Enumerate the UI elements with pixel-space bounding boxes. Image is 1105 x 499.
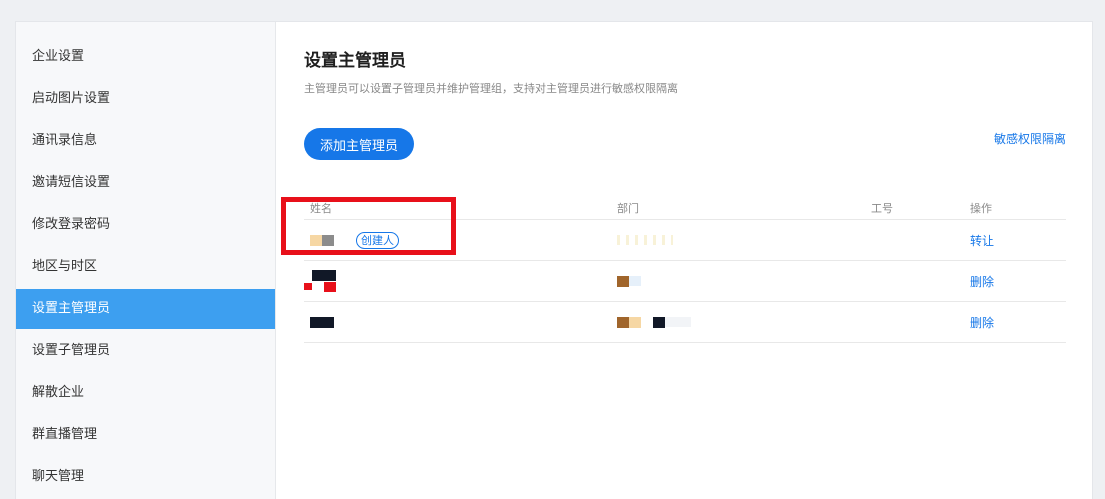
row-dept-cell <box>616 316 870 328</box>
header-dept: 部门 <box>617 201 639 215</box>
page-description: 主管理员可以设置子管理员并维护管理组，支持对主管理员进行敏感权限隔离 <box>304 82 678 95</box>
add-main-admin-button[interactable]: 添加主管理员 <box>304 128 415 160</box>
redacted-dept <box>617 316 691 328</box>
redacted-avatar <box>304 270 338 292</box>
row-actions-cell: 删除 <box>970 273 1066 290</box>
row-actions-cell: 删除 <box>970 314 1066 331</box>
sidebar-item-enterprise-settings[interactable]: 企业设置 <box>16 37 275 77</box>
table-row: 删除 <box>304 302 1066 343</box>
sidebar: 企业设置 启动图片设置 通讯录信息 邀请短信设置 修改登录密码 地区与时区 设置… <box>16 22 276 499</box>
table-header: 姓名 部门 工号 操作 <box>304 196 1066 220</box>
sidebar-item-invite-sms[interactable]: 邀请短信设置 <box>16 163 275 203</box>
sensitive-permission-isolation-link[interactable]: 敏感权限隔离 <box>994 130 1066 147</box>
sidebar-item-change-password[interactable]: 修改登录密码 <box>16 205 275 245</box>
delete-button[interactable]: 删除 <box>970 275 994 289</box>
page-title: 设置主管理员 <box>304 51 406 71</box>
row-name-cell <box>304 316 616 328</box>
transfer-button[interactable]: 转让 <box>970 234 994 248</box>
header-actions: 操作 <box>970 201 992 215</box>
redacted-avatar <box>310 316 334 328</box>
sidebar-item-sub-admin[interactable]: 设置子管理员 <box>16 331 275 371</box>
row-name-cell <box>304 270 616 292</box>
creator-badge: 创建人 <box>356 231 399 249</box>
redacted-avatar <box>310 234 334 246</box>
table-row: 删除 <box>304 261 1066 302</box>
delete-button[interactable]: 删除 <box>970 316 994 330</box>
sidebar-item-contacts-info[interactable]: 通讯录信息 <box>16 121 275 161</box>
sidebar-item-region-timezone[interactable]: 地区与时区 <box>16 247 275 287</box>
row-actions-cell: 转让 <box>970 232 1066 249</box>
redacted-dept <box>617 235 673 245</box>
row-dept-cell <box>616 235 870 245</box>
row-dept-cell <box>616 275 870 287</box>
table-row: 创建人 转让 <box>304 220 1066 261</box>
sidebar-item-chat-management[interactable]: 聊天管理 <box>16 457 275 497</box>
header-name: 姓名 <box>310 201 332 215</box>
sidebar-item-group-live[interactable]: 群直播管理 <box>16 415 275 455</box>
redacted-dept <box>617 275 641 287</box>
header-employee-no: 工号 <box>871 201 893 215</box>
main-content: 设置主管理员 主管理员可以设置子管理员并维护管理组，支持对主管理员进行敏感权限隔… <box>276 22 1092 499</box>
sidebar-item-startup-image[interactable]: 启动图片设置 <box>16 79 275 119</box>
sidebar-item-dissolve-enterprise[interactable]: 解散企业 <box>16 373 275 413</box>
app-frame: 企业设置 启动图片设置 通讯录信息 邀请短信设置 修改登录密码 地区与时区 设置… <box>15 21 1093 499</box>
sidebar-item-main-admin[interactable]: 设置主管理员 <box>16 289 275 329</box>
row-name-cell: 创建人 <box>304 231 616 249</box>
admin-table: 姓名 部门 工号 操作 创建人 转让 删除 删除 <box>304 196 1066 343</box>
